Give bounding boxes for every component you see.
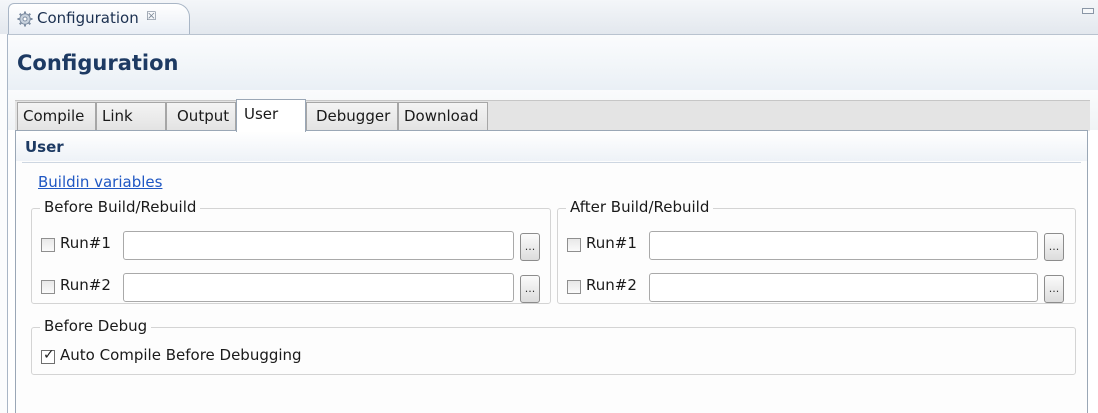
view-tab-title: Configuration [37, 9, 139, 27]
after-run1-checkbox[interactable] [567, 238, 581, 252]
before-run2-label: Run#2 [60, 276, 111, 294]
view-tab-strip: Configuration ☒ [0, 0, 1098, 35]
after-run2-browse-button[interactable]: ... [1044, 275, 1064, 303]
before-run1-checkbox[interactable] [41, 238, 55, 252]
before-run1-input[interactable] [123, 231, 514, 260]
user-panel: User Buildin variables Before Build/Rebu… [15, 130, 1088, 413]
tab-debugger[interactable]: Debugger [306, 102, 398, 130]
close-icon[interactable]: ☒ [146, 9, 157, 23]
section-header: User [16, 131, 1087, 161]
tab-compile[interactable]: Compile [17, 102, 96, 130]
tab-user[interactable]: User [236, 99, 306, 132]
before-run2-checkbox[interactable] [41, 280, 55, 294]
tab-area: Compile Link Output User Debugger Downlo… [8, 90, 1098, 132]
after-run1-browse-button[interactable]: ... [1044, 233, 1064, 261]
section-divider [22, 162, 1081, 163]
before-run1-browse-button[interactable]: ... [520, 233, 540, 261]
section-title: User [25, 138, 64, 156]
page-title: Configuration [17, 51, 179, 75]
after-build-legend: After Build/Rebuild [566, 198, 714, 216]
after-run1-input[interactable] [649, 231, 1038, 260]
before-build-legend: Before Build/Rebuild [40, 198, 201, 216]
after-run2-input[interactable] [649, 273, 1038, 302]
before-run1-label: Run#1 [60, 234, 111, 252]
buildin-variables-link[interactable]: Buildin variables [38, 173, 162, 191]
before-run2-browse-button[interactable]: ... [520, 275, 540, 303]
auto-compile-checkbox[interactable] [41, 347, 55, 364]
before-debug-group: Before Debug Auto Compile Before Debuggi… [31, 317, 1076, 375]
window-left-edge [0, 34, 8, 413]
before-run2-input[interactable] [123, 273, 514, 302]
auto-compile-label: Auto Compile Before Debugging [60, 346, 302, 364]
tab-download[interactable]: Download [398, 102, 488, 130]
after-run2-label: Run#2 [586, 276, 637, 294]
page-header: Configuration [8, 35, 1098, 90]
before-build-group: Before Build/Rebuild Run#1 ... Run#2 ... [31, 198, 551, 304]
tab-output[interactable]: Output [166, 102, 236, 130]
after-build-group: After Build/Rebuild Run#1 ... Run#2 ... [557, 198, 1076, 304]
minimize-icon[interactable] [1082, 8, 1094, 14]
gear-icon [17, 11, 33, 27]
tab-link[interactable]: Link [96, 102, 166, 130]
after-run1-label: Run#1 [586, 234, 637, 252]
configuration-view-tab[interactable]: Configuration ☒ [8, 3, 190, 34]
before-debug-legend: Before Debug [40, 317, 152, 335]
after-run2-checkbox[interactable] [567, 280, 581, 294]
